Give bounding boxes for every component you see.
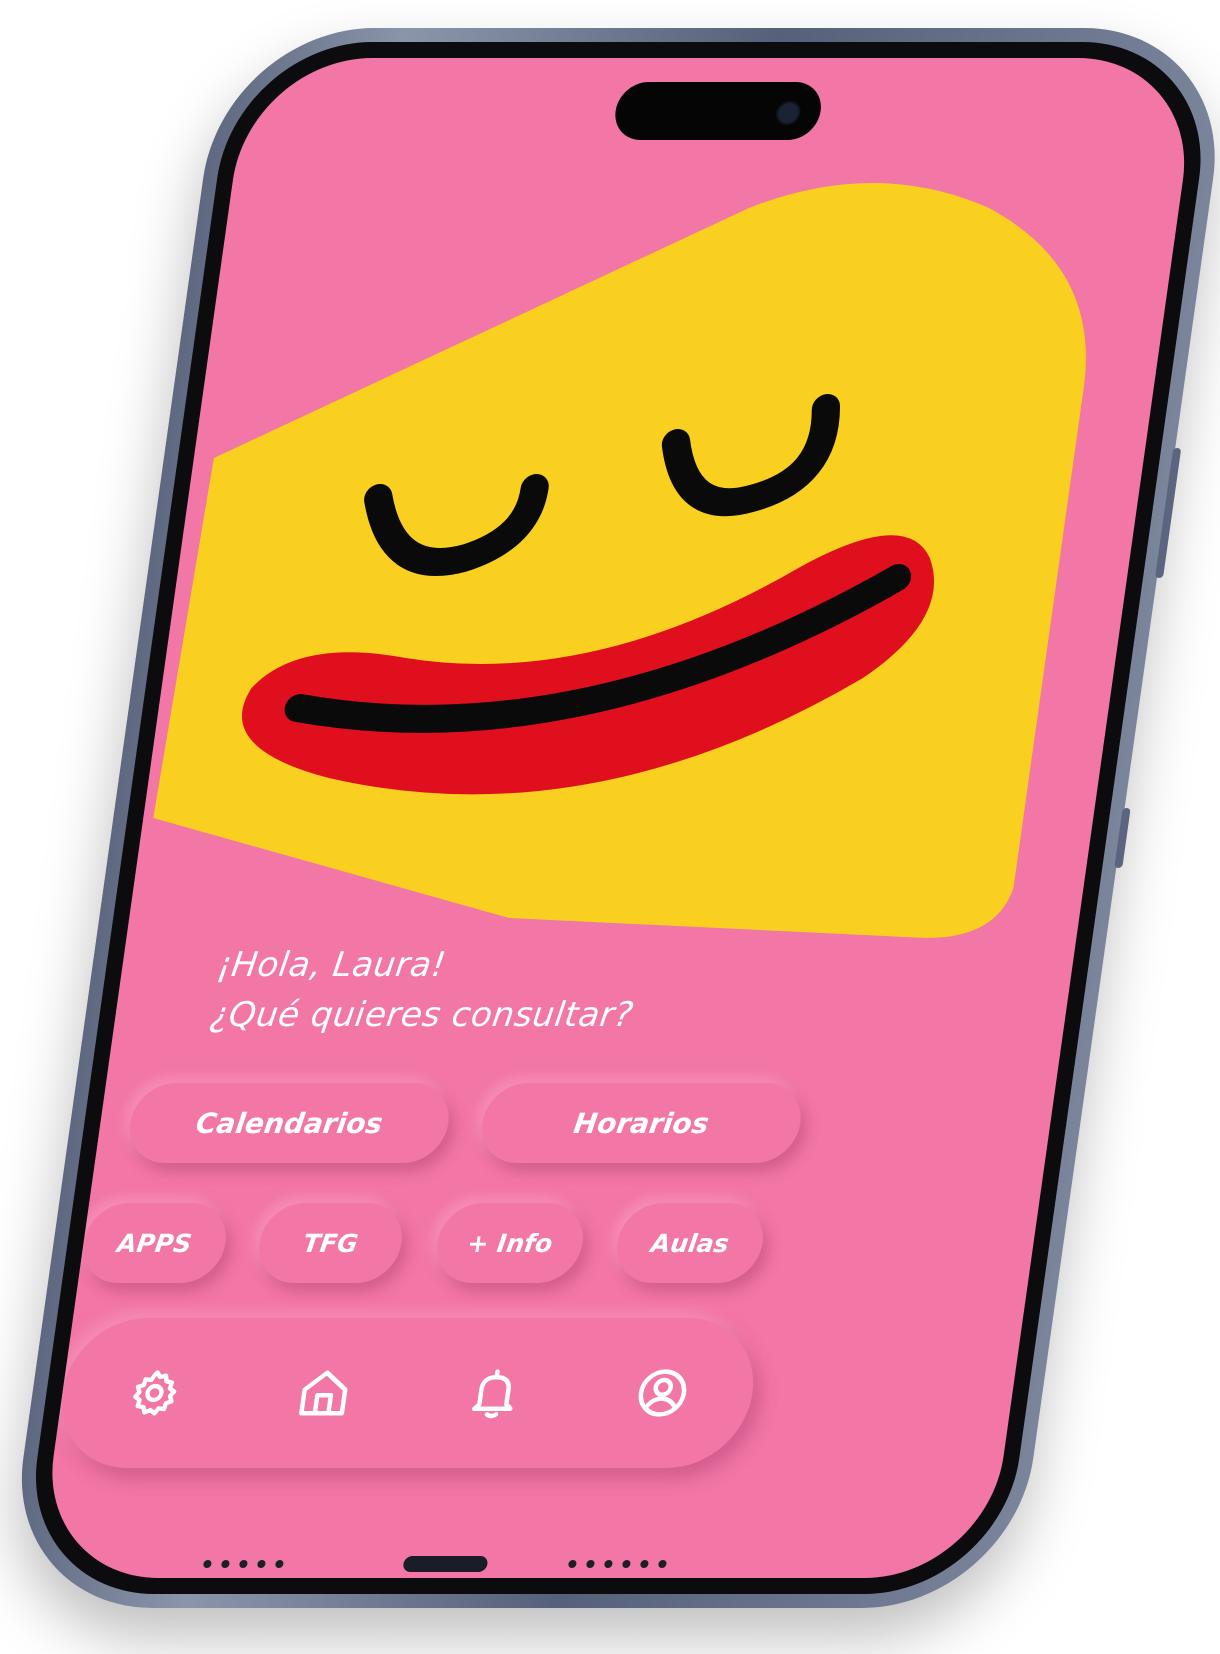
power-button [1114,808,1131,868]
user-icon [638,1369,687,1417]
calendarios-button[interactable]: Calendarios [124,1083,455,1163]
bell-icon [471,1369,513,1419]
phone-mockup: ¡Hola, Laura! ¿Qué quieres consultar? Ca… [0,0,1220,1654]
profile-nav-button[interactable] [626,1361,699,1425]
home-icon [299,1370,348,1416]
apps-button[interactable]: APPS [77,1203,232,1283]
aulas-button[interactable]: Aulas [611,1203,769,1283]
greeting: ¡Hola, Laura! ¿Qué quieres consultar? [207,940,644,1040]
greeting-title: ¡Hola, Laura! [214,945,449,985]
dynamic-island [611,82,825,140]
phone-frame: ¡Hola, Laura! ¿Qué quieres consultar? Ca… [2,28,1220,1608]
volume-button [1154,448,1182,578]
settings-nav-button[interactable] [118,1361,191,1425]
tfg-button[interactable]: TFG [253,1203,408,1283]
horarios-button[interactable]: Horarios [476,1083,807,1163]
yellow-face-blob [153,183,1086,938]
phone-bezel: ¡Hola, Laura! ¿Qué quieres consultar? Ca… [18,42,1219,1594]
gear-icon [133,1370,177,1416]
notifications-nav-button[interactable] [458,1361,531,1425]
bottom-nav-bar [51,1318,763,1468]
camera-icon [774,101,803,125]
app-screen: ¡Hola, Laura! ¿Qué quieres consultar? Ca… [36,58,1201,1578]
home-nav-button[interactable] [288,1361,361,1425]
charging-port [402,1556,489,1572]
info-button[interactable]: + Info [431,1203,589,1283]
greeting-question: ¿Qué quieres consultar? [207,995,636,1035]
